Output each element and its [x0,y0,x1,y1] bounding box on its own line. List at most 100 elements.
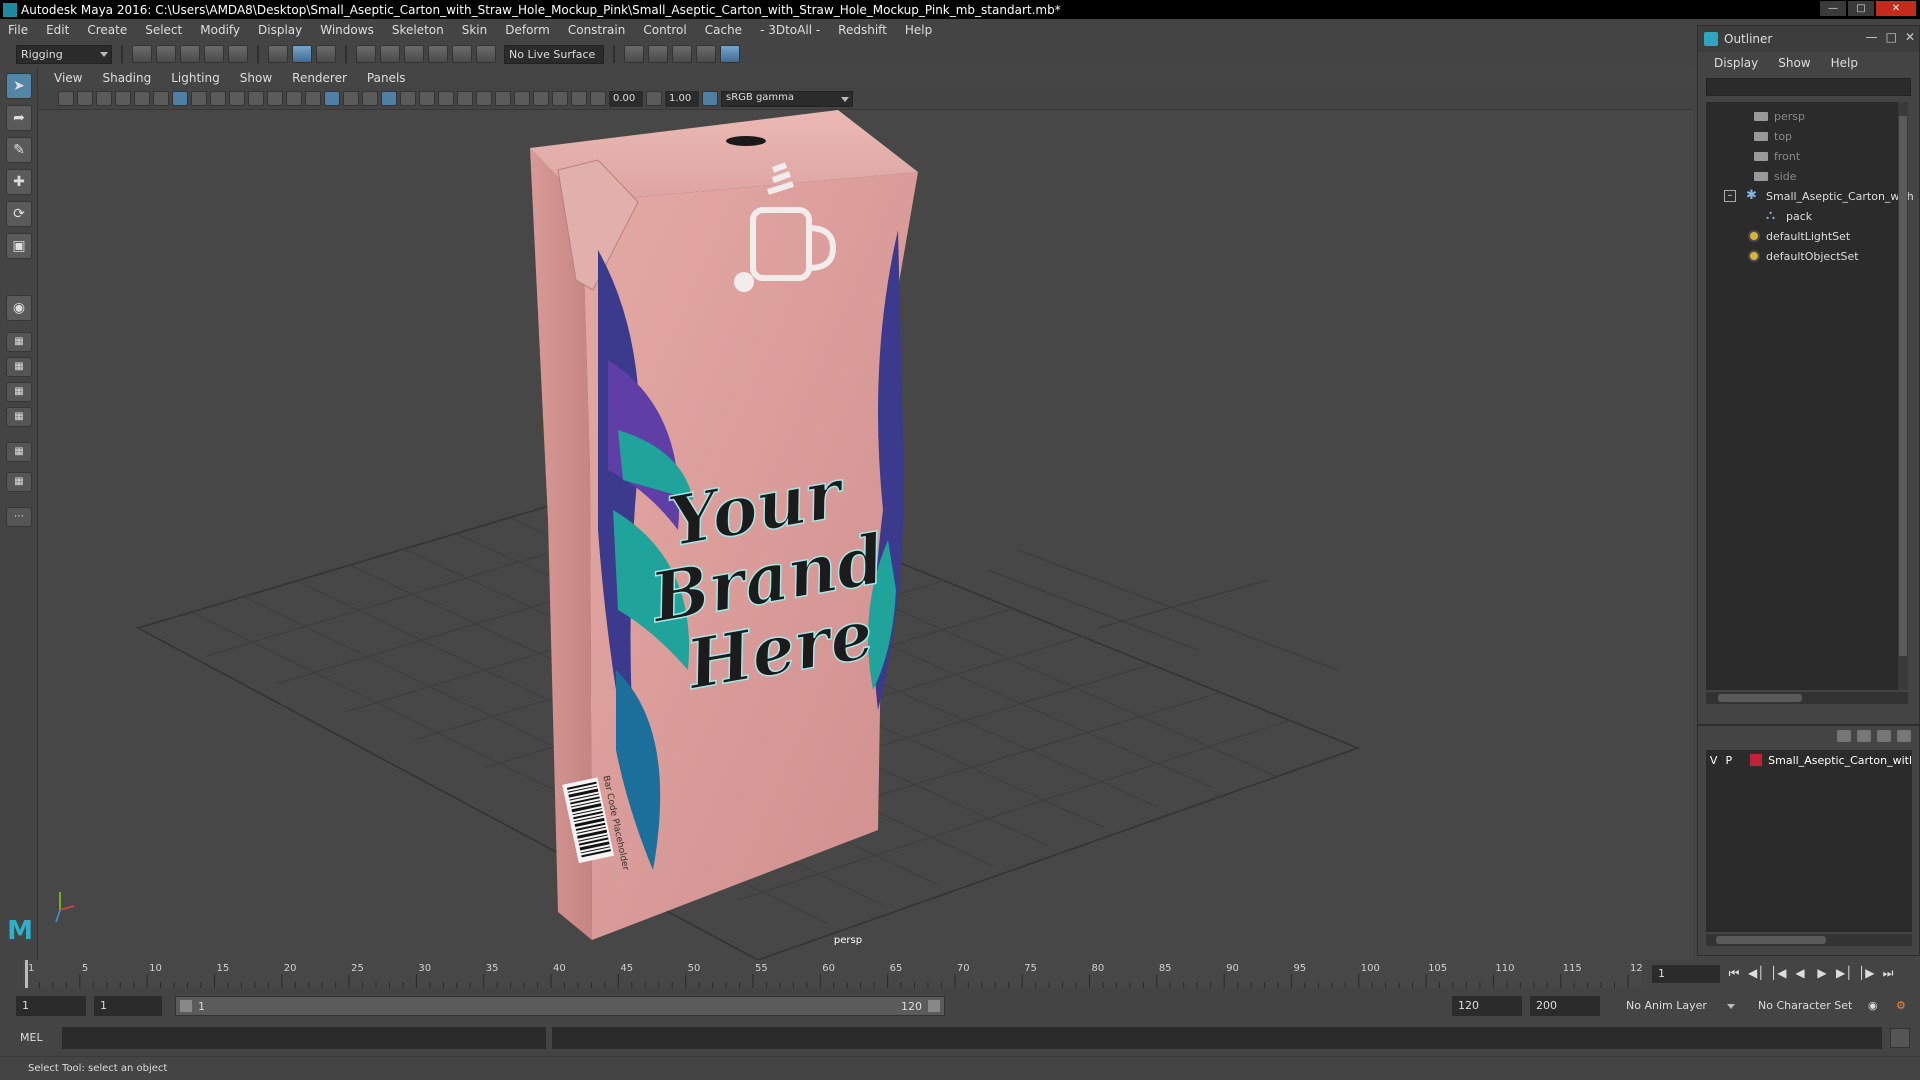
smooth-shade-icon[interactable] [324,91,340,106]
ipr-render-icon[interactable] [672,45,692,63]
restore-icon[interactable]: □ [1848,1,1874,16]
undo-icon[interactable] [204,45,224,63]
snap-view-plane-icon[interactable] [428,45,448,63]
new-layer-selected-icon[interactable] [1897,730,1911,742]
layer-horizontal-scrollbar[interactable] [1706,934,1912,946]
grease-pencil-icon[interactable] [153,91,169,106]
outliner-item-top[interactable]: top [1754,126,1792,146]
select-hierarchy-icon[interactable] [268,45,288,63]
go-to-end-icon[interactable]: ⏭ [1880,965,1896,981]
viewport-menu-lighting[interactable]: Lighting [171,71,220,85]
auto-key-icon[interactable]: ◉ [1862,996,1886,1016]
menuset-dropdown[interactable]: Rigging [16,44,112,64]
playback-end-field[interactable]: 120 [1452,996,1522,1016]
script-editor-icon[interactable] [1890,1028,1910,1048]
menu-modify[interactable]: Modify [200,23,240,37]
save-scene-icon[interactable] [180,45,200,63]
menu-help[interactable]: Help [905,23,932,37]
command-input[interactable] [62,1027,546,1049]
current-frame-field[interactable]: 1 [1652,965,1720,983]
minimize-icon[interactable]: — [1820,1,1846,16]
step-forward-frame-icon[interactable]: ▶│ [1836,965,1852,981]
time-slider-track[interactable]: 1 5 10 15 20 25 30 35 40 45 50 55 60 65 70 75 80 85 90 95 10… [22,960,1642,988]
outliner-item-defaultlightset[interactable]: defaultLightSet [1748,226,1850,246]
gamma-field[interactable]: 1.00 [665,90,699,107]
menu-windows[interactable]: Windows [320,23,374,37]
outliner-item-defaultobjectset[interactable]: defaultObjectSet [1748,246,1859,266]
outliner-item-side[interactable]: side [1754,166,1797,186]
outliner-horizontal-scrollbar[interactable] [1706,692,1908,704]
anim-prefs-icon[interactable]: ⚙ [1890,996,1914,1016]
snap-live-icon[interactable] [476,45,496,63]
textured-icon[interactable] [381,91,397,106]
menu-3dtoall[interactable]: - 3DtoAll - [760,23,820,37]
camera-attributes-icon[interactable] [77,91,93,106]
outliner-menu-show[interactable]: Show [1778,56,1810,70]
open-scene-icon[interactable] [156,45,176,63]
menu-create[interactable]: Create [87,23,127,37]
outliner-item-carton-group[interactable]: – ✱ Small_Aseptic_Carton_with [1724,186,1914,206]
menu-skeleton[interactable]: Skeleton [392,23,444,37]
render-frame-icon[interactable] [648,45,668,63]
gamma-icon[interactable] [646,91,662,106]
snap-surface-icon[interactable] [452,45,472,63]
xray-icon[interactable] [533,91,549,106]
scale-tool-icon[interactable]: ▣ [6,233,32,259]
viewport-panel[interactable]: View Shading Lighting Show Renderer Pane… [38,67,1693,960]
layer-visibility-toggle[interactable]: V [1706,754,1721,767]
restore-icon[interactable]: □ [1886,30,1897,44]
move-tool-icon[interactable]: ✚ [6,169,32,195]
layer-color-swatch[interactable] [1750,754,1763,766]
hypershade-icon[interactable] [720,45,740,63]
menu-select[interactable]: Select [145,23,182,37]
live-surface-field[interactable]: No Live Surface [504,44,604,64]
move-layer-down-icon[interactable] [1857,730,1871,742]
close-icon[interactable]: ✕ [1876,1,1916,16]
grid-icon[interactable] [172,91,188,106]
isolate-select-icon[interactable] [514,91,530,106]
viewport-menu-renderer[interactable]: Renderer [292,71,347,85]
scrollbar-thumb[interactable] [1718,694,1802,702]
current-time-marker[interactable] [25,960,28,988]
select-object-icon[interactable] [292,45,312,63]
render-settings-icon[interactable] [624,45,644,63]
animation-start-field[interactable]: 1 [16,996,86,1016]
viewport-menu-shading[interactable]: Shading [102,71,151,85]
outliner-vertical-scrollbar[interactable] [1898,102,1908,690]
time-slider[interactable]: 1 5 10 15 20 25 30 35 40 45 50 55 60 65 70 75 80 85 90 95 10… [0,960,1920,988]
viewport-menu-view[interactable]: View [54,71,82,85]
step-back-frame-icon[interactable]: │◀ [1770,965,1786,981]
soft-select-icon[interactable]: ◉ [6,295,32,321]
wireframe-icon[interactable] [305,91,321,106]
animation-end-field[interactable]: 200 [1530,996,1600,1016]
image-plane-icon[interactable] [115,91,131,106]
render-view-icon[interactable] [696,45,716,63]
motion-blur-icon[interactable] [457,91,473,106]
color-management-icon[interactable] [702,91,718,106]
range-end-handle[interactable] [928,1000,940,1012]
menu-edit[interactable]: Edit [46,23,69,37]
select-tool-icon[interactable]: ➤ [6,73,32,99]
menu-file[interactable]: File [8,23,28,37]
collapse-icon[interactable]: – [1724,190,1736,202]
wireframe-on-shaded-icon[interactable] [362,91,378,106]
outliner-search-input[interactable] [1706,78,1911,96]
outliner-item-front[interactable]: front [1754,146,1800,166]
scrollbar-thumb[interactable] [1899,116,1907,656]
step-back-key-icon[interactable]: ◀│ [1748,965,1764,981]
range-slider-bar[interactable]: 1 120 [175,996,945,1016]
resolution-gate-icon[interactable] [210,91,226,106]
layer-row[interactable]: V P Small_Aseptic_Carton_witl [1706,750,1912,770]
layout-graph-icon[interactable]: ▦ [6,442,32,462]
depth-of-field-icon[interactable] [495,91,511,106]
xray-components-icon[interactable] [571,91,587,106]
bookmark-icon[interactable] [96,91,112,106]
minimize-icon[interactable]: — [1866,30,1878,44]
snap-grid-icon[interactable] [356,45,376,63]
paint-select-tool-icon[interactable]: ✎ [6,137,32,163]
snap-curve-icon[interactable] [380,45,400,63]
step-forward-key-icon[interactable]: │▶ [1858,965,1874,981]
layer-playback-toggle[interactable]: P [1721,754,1736,767]
menu-constrain[interactable]: Constrain [568,23,626,37]
gate-mask-icon[interactable] [229,91,245,106]
